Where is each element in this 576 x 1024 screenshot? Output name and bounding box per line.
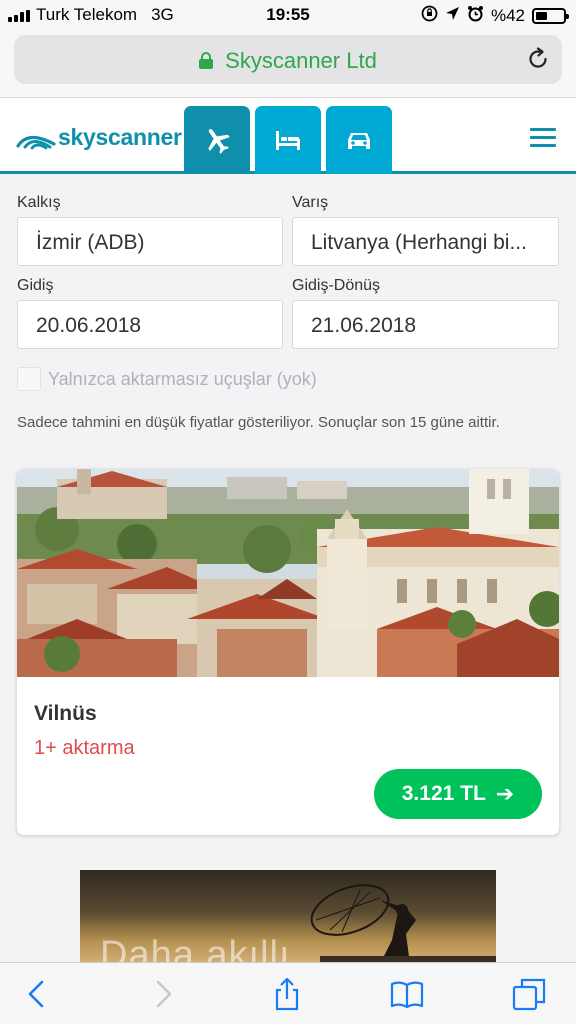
direct-only-label: Yalnızca aktarmasız uçuşlar (yok) [48,368,317,389]
skyscanner-logo[interactable]: skyscanner [16,124,182,151]
orientation-lock-icon [421,5,438,26]
price-notice: Sadece tahmini en düşük fiyatlar gösteri… [17,414,500,431]
car-icon [348,133,370,149]
city-photo [17,469,559,677]
depart-label: Gidiş [17,277,54,294]
direct-only-option: Yalnızca aktarmasız uçuşlar (yok) [17,367,317,391]
hamburger-menu-icon[interactable] [530,128,556,148]
browser-toolbar [0,962,576,1024]
depart-date-field[interactable]: 20.06.2018 [17,300,283,349]
lock-icon [199,52,214,69]
tab-cars[interactable] [326,106,392,174]
ad-banner[interactable]: Daha akıllı [80,870,496,964]
to-label: Varış [292,194,329,211]
airplane-icon [208,129,230,154]
direct-only-checkbox[interactable] [17,367,41,391]
ad-text: Daha akıllı [100,934,291,964]
return-date-field[interactable]: 21.06.2018 [292,300,559,349]
site-label: Skyscanner Ltd [225,48,377,73]
to-field[interactable]: Litvanya (Herhangi bi... [292,217,559,266]
forward-icon[interactable] [146,977,180,1011]
tabs-icon[interactable] [512,977,546,1011]
alarm-icon [467,5,484,26]
tab-hotels[interactable] [255,106,321,174]
price-label: 3.121 TL [401,782,486,805]
price-button[interactable]: 3.121 TL ➔ [374,769,542,819]
destination-card[interactable]: Vilnüs 1+ aktarma 3.121 TL ➔ [17,469,559,835]
bookmarks-icon[interactable] [390,977,424,1011]
battery-icon [532,7,569,24]
reload-icon[interactable] [526,47,550,71]
browser-top-bar: Skyscanner Ltd [0,30,576,98]
arrow-right-icon: ➔ [495,781,515,806]
status-bar: Turk Telekom 3G 19:55 %42 [0,0,576,30]
sunrise-logo-icon [16,135,56,149]
return-label: Gidiş-Dönüş [292,277,381,294]
site-header: skyscanner [0,98,576,174]
from-label: Kalkış [17,194,61,211]
logo-text: skyscanner [58,124,182,150]
address-bar[interactable]: Skyscanner Ltd [14,35,562,84]
destination-city: Vilnüs [34,702,97,725]
from-field[interactable]: İzmir (ADB) [17,217,283,266]
bed-icon [276,131,300,150]
battery-percentage: %42 [490,5,525,25]
back-icon[interactable] [20,977,54,1011]
share-icon[interactable] [270,977,304,1011]
stops-info: 1+ aktarma [34,737,135,759]
tab-flights[interactable] [184,106,250,174]
location-icon [445,6,460,25]
